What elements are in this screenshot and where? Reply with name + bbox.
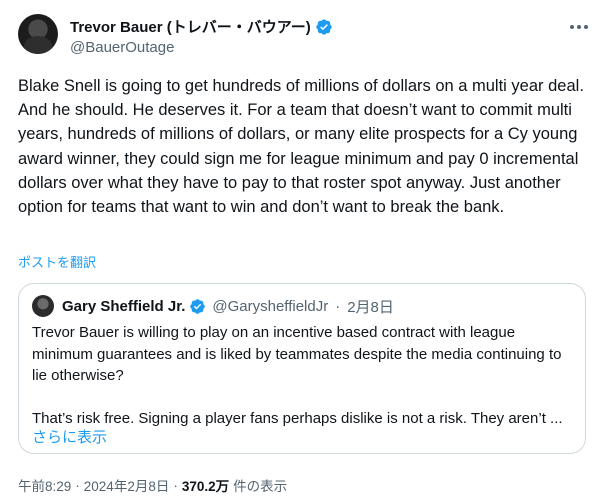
meta-separator: · xyxy=(75,477,80,493)
quoted-separator: · xyxy=(335,297,341,315)
view-count: 370.2万 xyxy=(181,479,230,494)
quoted-author-display-name: Gary Sheffield Jr. xyxy=(62,297,186,315)
tweet-time[interactable]: 午前8:29 xyxy=(18,475,71,495)
tweet-metadata: 午前8:29 · 2024年2月8日 · 370.2万 件の表示 xyxy=(18,475,287,495)
quoted-tweet-card[interactable]: Gary Sheffield Jr. @GarysheffieldJr · 2月… xyxy=(18,283,586,454)
quoted-author-handle: @GarysheffieldJr xyxy=(212,297,329,315)
meta-separator: · xyxy=(173,477,178,493)
verified-badge-icon xyxy=(316,18,332,35)
verified-badge-icon xyxy=(190,298,206,314)
author-name-row: Trevor Bauer (トレバー・バウアー) xyxy=(70,16,333,37)
tweet-text: Blake Snell is going to get hundreds of … xyxy=(18,77,588,217)
tweet-header: Trevor Bauer (トレバー・バウアー) @BauerOutage xyxy=(18,14,590,62)
tweet-date[interactable]: 2024年2月8日 xyxy=(84,475,170,495)
author-display-name[interactable]: Trevor Bauer (トレバー・バウアー) xyxy=(70,16,311,37)
author-handle[interactable]: @BauerOutage xyxy=(70,39,174,56)
quoted-tweet-text: Trevor Bauer is willing to play on an in… xyxy=(32,324,563,428)
show-more-link[interactable]: さらに表示 xyxy=(32,426,107,447)
quoted-author-avatar xyxy=(32,295,54,317)
translate-post-link[interactable]: ポストを翻訳 xyxy=(18,252,96,271)
quoted-tweet-header: Gary Sheffield Jr. @GarysheffieldJr · 2月… xyxy=(32,295,394,317)
more-options-icon[interactable] xyxy=(568,18,590,36)
quoted-date: 2月8日 xyxy=(347,298,394,316)
author-avatar[interactable] xyxy=(18,14,58,54)
view-count-label: 件の表示 xyxy=(233,479,288,494)
